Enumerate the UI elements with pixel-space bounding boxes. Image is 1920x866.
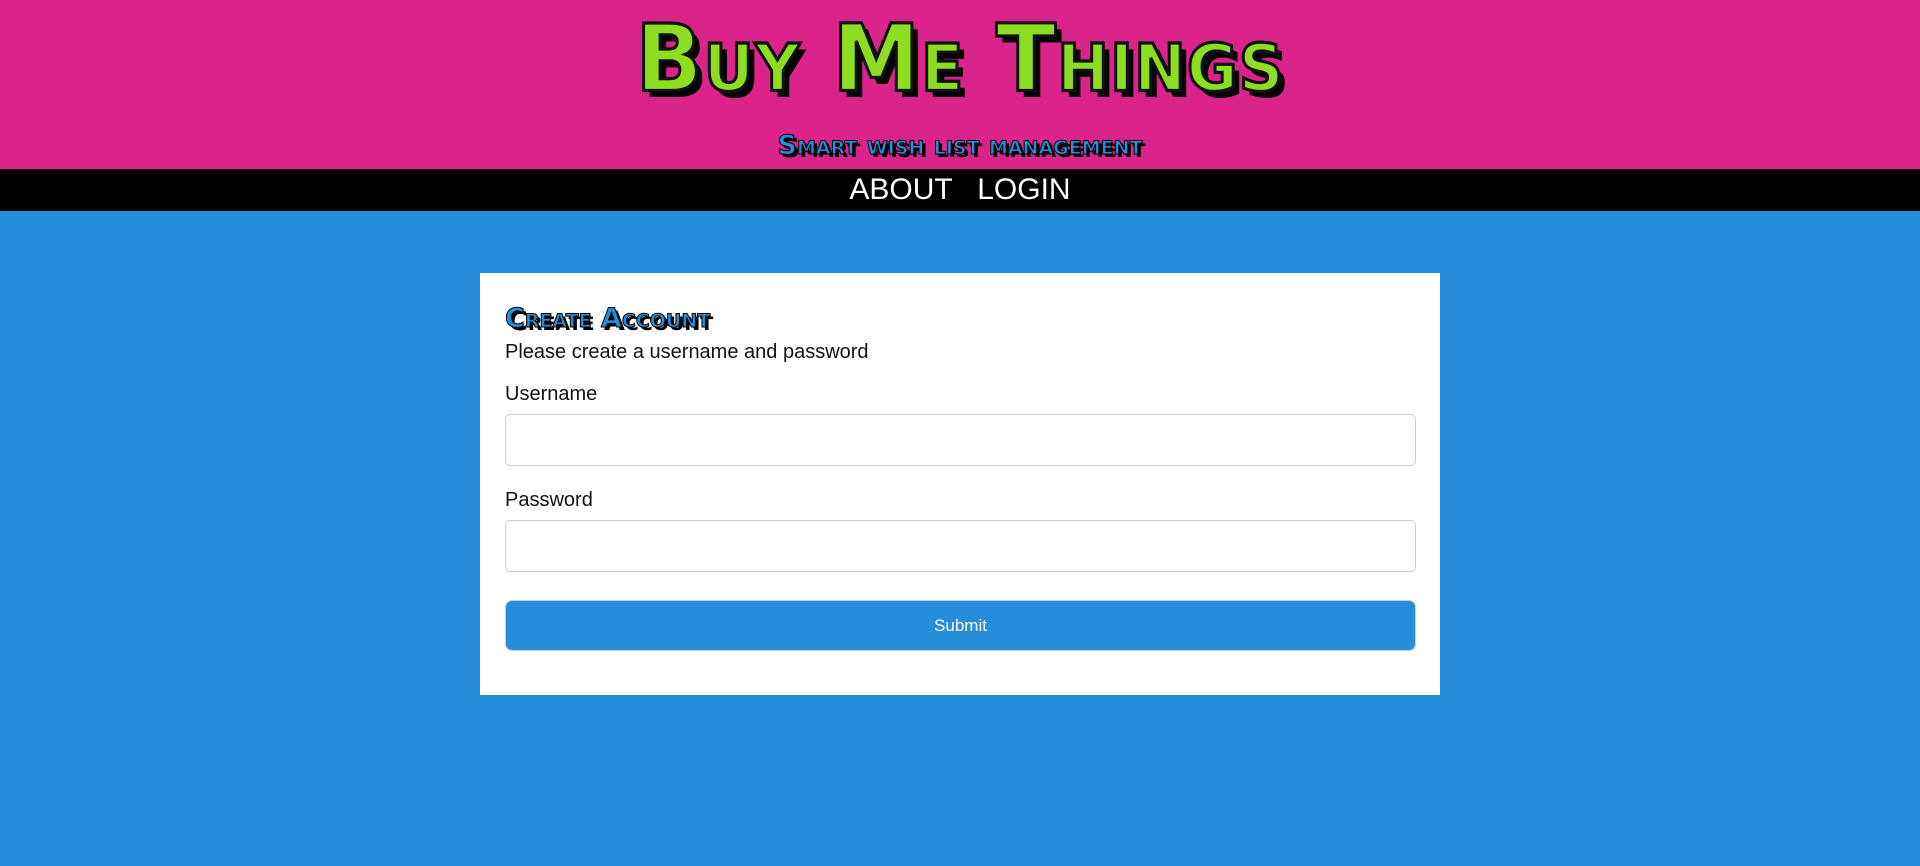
form-title: Create Account bbox=[505, 303, 711, 335]
site-title: Buy Me Things bbox=[634, 3, 1285, 114]
password-input[interactable] bbox=[505, 520, 1416, 572]
nav-link-about[interactable]: ABOUT bbox=[849, 169, 952, 211]
submit-button[interactable]: Submit bbox=[505, 600, 1416, 651]
create-account-card: Create Account Please create a username … bbox=[480, 273, 1440, 695]
site-subtitle: Smart wish list management bbox=[777, 130, 1143, 162]
nav-link-login[interactable]: LOGIN bbox=[977, 169, 1070, 211]
password-label: Password bbox=[505, 489, 593, 511]
form-description: Please create a username and password bbox=[505, 341, 869, 363]
navbar: ABOUT LOGIN bbox=[0, 169, 1920, 211]
site-header: Buy Me Things Smart wish list management bbox=[0, 0, 1920, 169]
username-label: Username bbox=[505, 383, 598, 405]
username-input[interactable] bbox=[505, 414, 1416, 466]
